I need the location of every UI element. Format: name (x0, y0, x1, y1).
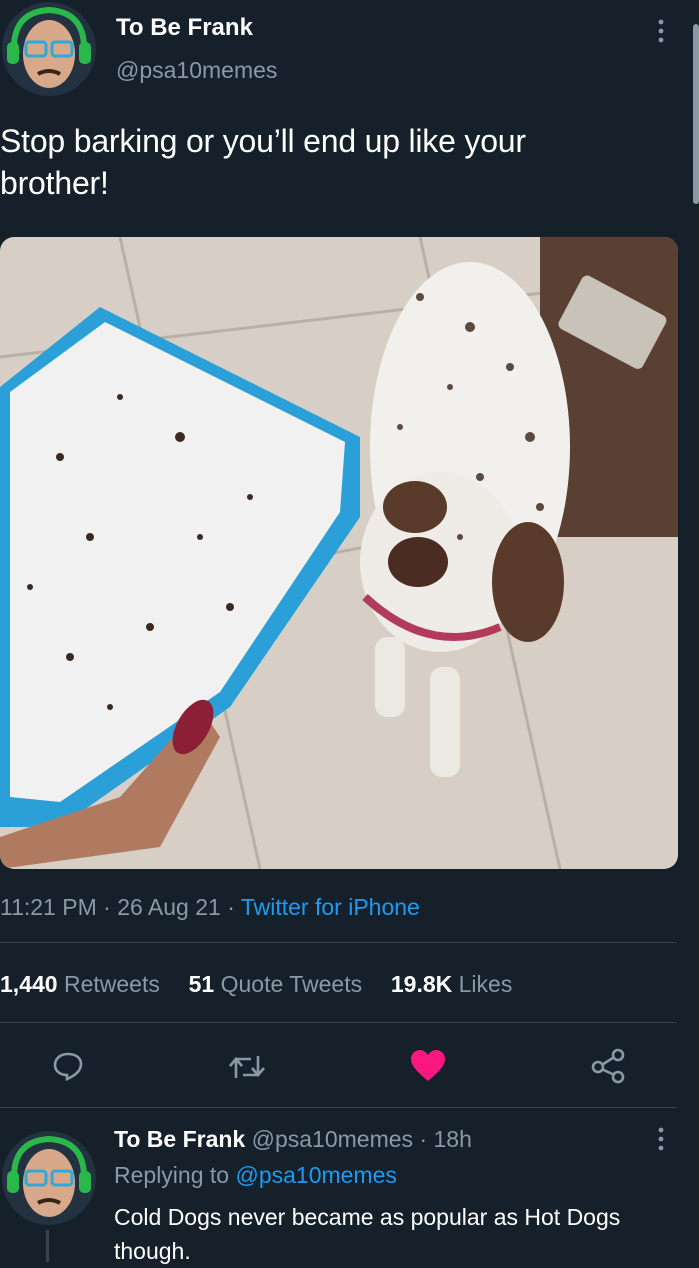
divider (0, 942, 677, 943)
reply-author-handle[interactable]: @psa10memes (252, 1126, 413, 1152)
author-name[interactable]: To Be Frank (116, 14, 253, 42)
stats-row: 1,440 Retweets 51 Quote Tweets 19.8K Lik… (0, 971, 512, 998)
quotes-stat[interactable]: 51 Quote Tweets (189, 971, 362, 997)
reply-author-name[interactable]: To Be Frank (114, 1126, 245, 1152)
author-handle[interactable]: @psa10memes (116, 57, 277, 84)
likes-count: 19.8K (390, 971, 453, 997)
tweet-source-link[interactable]: Twitter for iPhone (241, 894, 420, 920)
retweets-count: 1,440 (0, 971, 58, 997)
scrollbar[interactable] (693, 24, 699, 204)
reply-age[interactable]: 18h (433, 1126, 471, 1152)
tweet-time: 11:21 PM (0, 894, 97, 920)
reply-header: To Be Frank @psa10memes · 18h (114, 1126, 472, 1153)
reply-text: Cold Dogs never became as popular as Hot… (114, 1204, 621, 1264)
retweets-label: Retweets (63, 971, 160, 997)
more-options-icon[interactable] (655, 1126, 667, 1152)
separator: · (227, 894, 235, 920)
replying-to: Replying to @psa10memes (114, 1162, 397, 1189)
likes-label: Likes (458, 971, 513, 997)
divider (0, 1107, 677, 1108)
separator: · (103, 894, 111, 920)
share-icon[interactable] (590, 1048, 626, 1084)
tweet-date: 26 Aug 21 (117, 894, 221, 920)
reply-icon[interactable] (52, 1050, 84, 1082)
reply-author-avatar[interactable] (2, 1131, 96, 1225)
heart-filled-icon[interactable] (410, 1049, 446, 1083)
replying-to-link[interactable]: @psa10memes (235, 1162, 396, 1188)
divider (0, 1022, 677, 1023)
retweet-icon[interactable] (227, 1052, 267, 1082)
separator: · (419, 1126, 428, 1152)
tweet-text: Stop barking or you’ll end up like your … (0, 123, 526, 201)
retweets-stat[interactable]: 1,440 Retweets (0, 971, 160, 997)
replying-to-prefix: Replying to (114, 1162, 230, 1188)
quotes-count: 51 (188, 971, 215, 997)
tweet-timestamp: 11:21 PM · 26 Aug 21 · Twitter for iPhon… (0, 894, 420, 921)
author-avatar[interactable] (2, 2, 96, 96)
more-options-icon[interactable] (655, 18, 667, 44)
quotes-label: Quote Tweets (220, 971, 363, 997)
thread-line (46, 1230, 49, 1262)
tweet-photo[interactable] (0, 237, 678, 869)
likes-stat[interactable]: 19.8K Likes (391, 971, 512, 997)
